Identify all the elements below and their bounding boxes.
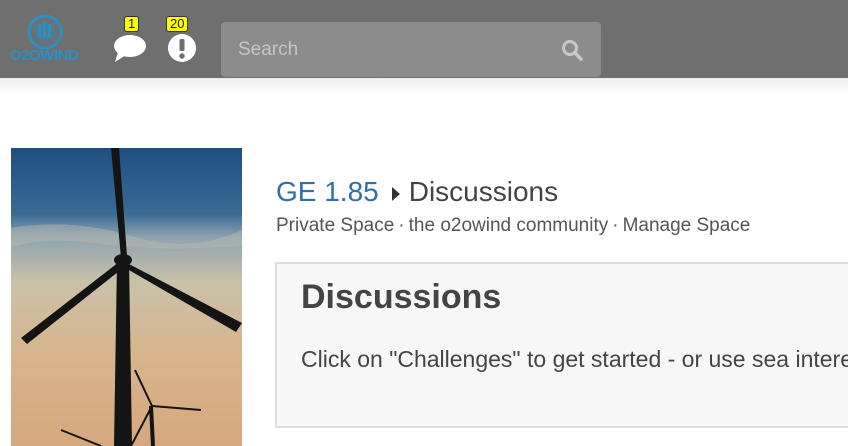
header-shadow — [0, 78, 848, 96]
separator-dot: · — [612, 215, 619, 236]
discussions-panel: Discussions Click on "Challenges" to get… — [275, 262, 848, 428]
messages-button[interactable]: 1 — [112, 16, 148, 64]
panel-body: Click on "Challenges" to get started - o… — [301, 346, 848, 372]
section-title: Discussions — [408, 176, 559, 207]
panel-heading: Discussions — [301, 278, 502, 316]
space-name-link[interactable]: GE 1.85 — [276, 176, 379, 208]
chevron-right-icon — [391, 176, 400, 208]
space-type: Private Space — [276, 215, 395, 236]
messages-count-badge: 1 — [124, 16, 140, 32]
manage-space-link[interactable]: Manage Space — [623, 215, 751, 236]
logo-text: O2OWIND — [10, 47, 79, 64]
search-input[interactable] — [221, 22, 558, 77]
notifications-count-badge: 20 — [166, 16, 189, 32]
separator-dot: · — [398, 215, 405, 236]
top-navigation-bar: O2OWIND 1 20 — [0, 0, 848, 78]
search-icon[interactable] — [561, 39, 583, 66]
search-box — [221, 22, 601, 77]
community-link[interactable]: the o2owind community — [409, 215, 609, 236]
space-meta: Private Space · the o2owind community · Mana… — [276, 215, 750, 237]
space-breadcrumb: GE 1.85 Discussions — [276, 174, 558, 210]
o2owind-logo[interactable]: O2OWIND — [8, 12, 86, 68]
space-cover-image — [11, 148, 242, 446]
notifications-button[interactable]: 20 — [166, 16, 202, 64]
